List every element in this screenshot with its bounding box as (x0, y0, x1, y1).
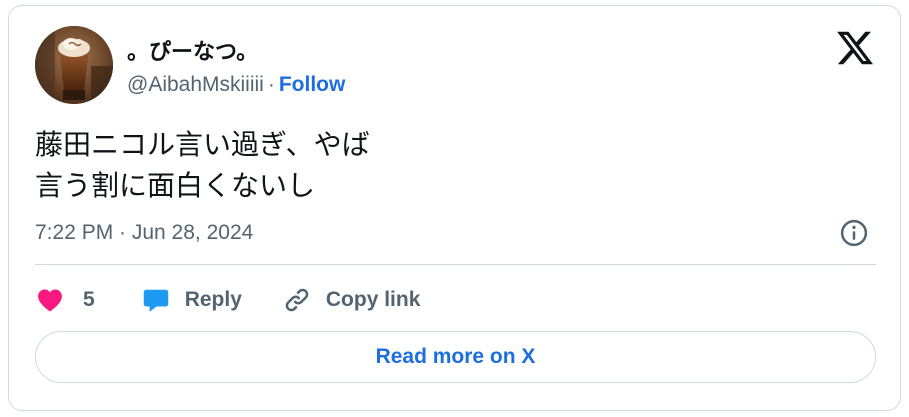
tweet-timestamp[interactable]: 7:22 PM · Jun 28, 2024 (35, 221, 253, 245)
author-handle[interactable]: @AibahMskiiiii (127, 73, 264, 96)
embedded-tweet-card: 。ぴーなつ。 @AibahMskiiiii · Follow 藤田ニコル言い過ぎ、や… (8, 5, 901, 411)
follow-link[interactable]: Follow (279, 73, 346, 96)
like-count: 5 (83, 288, 95, 311)
author-display-name[interactable]: 。ぴーなつ。 (127, 34, 258, 66)
avatar[interactable] (35, 26, 113, 104)
avatar-image (35, 26, 113, 104)
reply-label: Reply (184, 288, 242, 311)
divider (35, 264, 876, 265)
separator-dot: · (267, 73, 275, 96)
read-more-button[interactable]: Read more on X (35, 331, 876, 383)
link-icon (285, 288, 309, 312)
like-button[interactable]: 5 (35, 285, 95, 315)
author-handle-row: @AibahMskiiiii · Follow (127, 73, 345, 97)
reply-button[interactable]: Reply (141, 285, 242, 315)
tweet-text: 藤田ニコル言い過ぎ、やば 言う割に面白くないし (35, 128, 370, 202)
read-more-label: Read more on X (375, 345, 536, 368)
x-logo-icon[interactable] (835, 28, 875, 68)
info-icon[interactable] (839, 218, 869, 248)
copy-link-button[interactable]: Copy link (282, 285, 421, 315)
tweet-actions: 5 Reply Copy link (35, 282, 420, 318)
copy-link-label: Copy link (325, 288, 421, 311)
heart-icon (38, 289, 62, 312)
reply-bubble-icon (143, 289, 168, 312)
